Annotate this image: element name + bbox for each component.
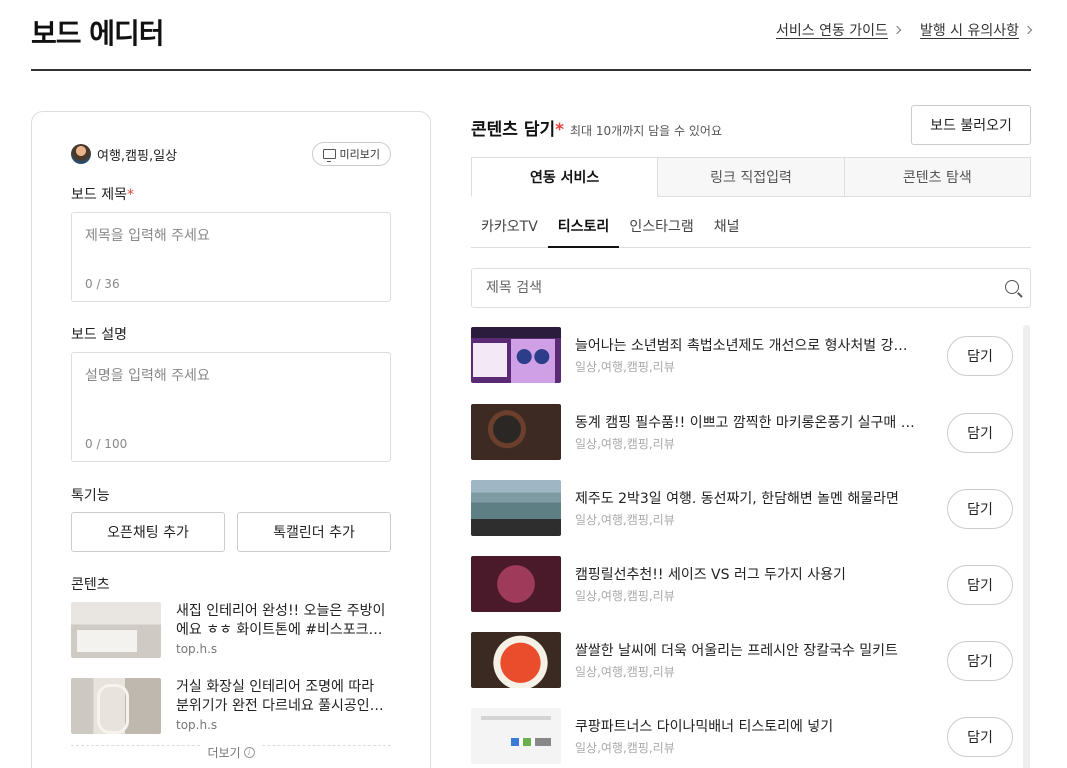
contents-label: 콘텐츠	[71, 577, 110, 593]
tab-direct-link[interactable]: 링크 직접입력	[657, 157, 845, 197]
add-content-button[interactable]: 담기	[947, 489, 1013, 529]
item-thumbnail	[471, 404, 561, 460]
item-tags: 일상,여행,캠핑,리뷰	[575, 589, 675, 603]
board-desc-placeholder: 설명을 입력해 주세요	[85, 368, 210, 384]
item-title: 늘어나는 소년범죄 촉법소년제도 개선으로 형사처벌 강화해야	[575, 338, 915, 354]
preview-button[interactable]: 미리보기	[311, 142, 391, 166]
item-tags: 일상,여행,캠핑,리뷰	[575, 437, 675, 451]
list-item: 늘어나는 소년범죄 촉법소년제도 개선으로 형사처벌 강화해야 일상,여행,캠핑…	[471, 327, 1016, 383]
more-row: 더보기 i	[71, 744, 391, 765]
chevron-right-icon	[892, 25, 902, 35]
item-title: 쿠팡파트너스 다이나믹배너 티스토리에 넣기	[575, 719, 834, 735]
contents-section-header: 콘텐츠 담기* 최대 10개까지 담을 수 있어요	[471, 115, 722, 140]
item-tags: 일상,여행,캠핑,리뷰	[575, 360, 675, 374]
content-title: 거실 화장실 인테리어 조명에 따라 분위기가 완전 다르네요 풀시공인테리어 …	[176, 679, 383, 714]
content-item[interactable]: 거실 화장실 인테리어 조명에 따라 분위기가 완전 다르네요 풀시공인테리어 …	[71, 678, 391, 734]
channel-row: 여행,캠핑,일상 미리보기	[71, 142, 391, 166]
tab-linked-service[interactable]: 연동 서비스	[471, 157, 659, 197]
tab-tistory[interactable]: 티스토리	[547, 208, 620, 248]
search-icon[interactable]	[1005, 280, 1019, 294]
channel-info: 여행,캠핑,일상	[71, 144, 177, 164]
item-tags: 일상,여행,캠핑,리뷰	[575, 513, 675, 527]
list-item: 쿠팡파트너스 다이나믹배너 티스토리에 넣기 일상,여행,캠핑,리뷰 담기	[471, 708, 1016, 764]
search-input[interactable]	[472, 269, 972, 307]
talk-features: 오픈채팅 추가 톡캘린더 추가	[71, 512, 391, 552]
add-content-button[interactable]: 담기	[947, 336, 1013, 376]
required-mark: *	[555, 120, 565, 140]
list-scrollbar[interactable]	[1023, 325, 1030, 768]
add-openchat-button[interactable]: 오픈채팅 추가	[71, 512, 225, 552]
item-thumbnail	[471, 632, 561, 688]
content-author: top.h.s	[176, 718, 218, 732]
tab-kakaotv[interactable]: 카카오TV	[471, 208, 548, 248]
list-item: 쌀쌀한 날씨에 더욱 어울리는 프레시안 장칼국수 밀키트 일상,여행,캠핑,리…	[471, 632, 1016, 688]
add-content-button[interactable]: 담기	[947, 413, 1013, 453]
add-content-button[interactable]: 담기	[947, 641, 1013, 681]
channel-name: 여행,캠핑,일상	[97, 148, 178, 164]
monitor-icon	[322, 149, 336, 162]
more-button[interactable]: 더보기 i	[201, 744, 261, 761]
board-desc-label: 보드 설명	[71, 327, 127, 343]
header-links: 서비스 연동 가이드 발행 시 유의사항	[776, 20, 1033, 40]
service-guide-link[interactable]: 서비스 연동 가이드	[776, 20, 902, 40]
avatar	[71, 144, 91, 164]
service-tabs: 카카오TV 티스토리 인스타그램 채널	[471, 208, 1031, 248]
section-title: 콘텐츠 담기*	[471, 120, 565, 140]
list-item: 캠핑릴선추천!! 세이즈 VS 러그 두가지 사용기 일상,여행,캠핑,리뷰 담…	[471, 556, 1016, 612]
publish-notice-link[interactable]: 발행 시 유의사항	[920, 20, 1033, 40]
board-title-input[interactable]: 제목을 입력해 주세요 0 / 36	[71, 212, 391, 302]
item-title: 캠핑릴선추천!! 세이즈 VS 러그 두가지 사용기	[575, 567, 846, 583]
tab-explore-content[interactable]: 콘텐츠 탐색	[843, 157, 1031, 197]
board-title-placeholder: 제목을 입력해 주세요	[85, 228, 210, 244]
title-search	[471, 268, 1031, 308]
section-subtitle: 최대 10개까지 담을 수 있어요	[570, 124, 722, 138]
info-icon: i	[243, 747, 255, 758]
content-author: top.h.s	[176, 642, 218, 656]
item-title: 제주도 2박3일 여행. 동선짜기, 한담해변 놀멘 해물라면	[575, 491, 899, 507]
item-thumbnail	[471, 480, 561, 536]
item-tags: 일상,여행,캠핑,리뷰	[575, 741, 675, 755]
board-desc-counter: 0 / 100	[85, 437, 128, 451]
item-title: 동계 캠핑 필수품!! 이쁘고 깜찍한 마키롱온풍기 실구매 후기	[575, 415, 915, 431]
content-title: 새집 인테리어 완성!! 오늘은 주방이에요 ㅎㅎ 화이트톤에 #비스포크식기세…	[176, 603, 386, 638]
item-tags: 일상,여행,캠핑,리뷰	[575, 665, 675, 679]
add-content-button[interactable]: 담기	[947, 717, 1013, 757]
item-thumbnail	[471, 708, 561, 764]
load-board-button[interactable]: 보드 불러오기	[911, 105, 1031, 145]
page-header: 보드 에디터 서비스 연동 가이드 발행 시 유의사항	[31, 0, 1033, 71]
add-talkcalendar-button[interactable]: 톡캘린더 추가	[237, 512, 391, 552]
tab-channel[interactable]: 채널	[704, 208, 750, 248]
required-mark: *	[126, 187, 134, 203]
board-form-panel: 여행,캠핑,일상 미리보기 보드 제목* 제목을 입력해 주세요 0 / 36 …	[31, 111, 431, 768]
board-title-counter: 0 / 36	[85, 277, 120, 291]
content-thumbnail	[71, 602, 161, 658]
item-title: 쌀쌀한 날씨에 더욱 어울리는 프레시안 장칼국수 밀키트	[575, 643, 898, 659]
list-item: 동계 캠핑 필수품!! 이쁘고 깜찍한 마키롱온풍기 실구매 후기 일상,여행,…	[471, 404, 1016, 460]
board-title-label: 보드 제목*	[71, 187, 134, 203]
content-thumbnail	[71, 678, 161, 734]
add-content-button[interactable]: 담기	[947, 565, 1013, 605]
list-item: 제주도 2박3일 여행. 동선짜기, 한담해변 놀멘 해물라면 일상,여행,캠핑…	[471, 480, 1016, 536]
chevron-right-icon	[1023, 25, 1033, 35]
source-tabs: 연동 서비스 링크 직접입력 콘텐츠 탐색	[471, 157, 1031, 197]
talk-features-label: 톡기능	[71, 488, 110, 504]
page-title: 보드 에디터	[31, 17, 165, 50]
item-thumbnail	[471, 327, 561, 383]
item-thumbnail	[471, 556, 561, 612]
content-item[interactable]: 새집 인테리어 완성!! 오늘은 주방이에요 ㅎㅎ 화이트톤에 #비스포크식기세…	[71, 602, 391, 658]
tab-instagram[interactable]: 인스타그램	[619, 208, 703, 248]
board-desc-input[interactable]: 설명을 입력해 주세요 0 / 100	[71, 352, 391, 462]
